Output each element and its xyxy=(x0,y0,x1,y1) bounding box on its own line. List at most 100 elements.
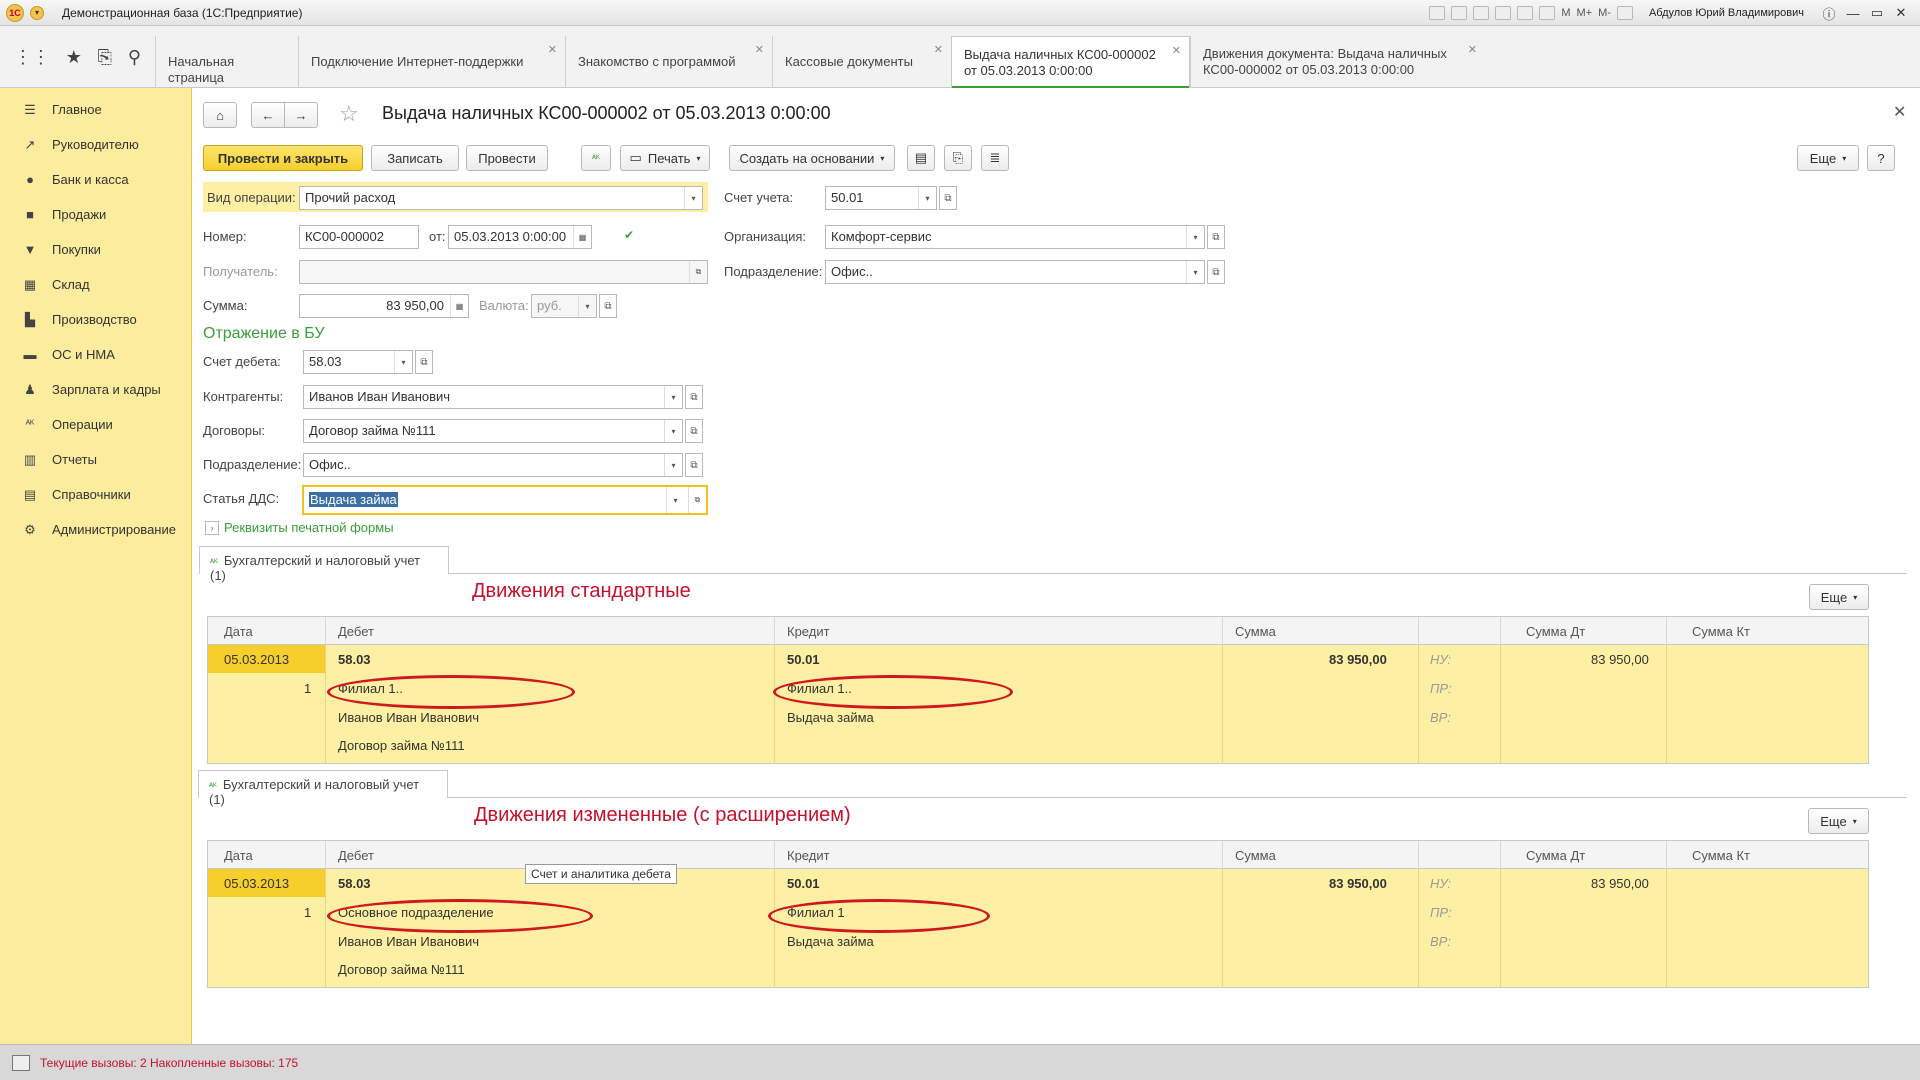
sidebar-item-warehouse[interactable]: ▦ Склад xyxy=(0,267,191,302)
sidebar-item-admin[interactable]: ⚙ Администрирование xyxy=(0,512,191,547)
more-button[interactable]: Еще ▾ xyxy=(1797,145,1859,171)
sidebar-item-assets[interactable]: ▬ ОС и НМА xyxy=(0,337,191,372)
report-button[interactable]: ▤ xyxy=(907,145,935,171)
chevron-down-icon[interactable]: ▾ xyxy=(394,351,412,373)
tab-close-icon[interactable]: ✕ xyxy=(1468,42,1477,58)
sidebar-item-manager[interactable]: ↗ Руководителю xyxy=(0,127,191,162)
col-sum-dt[interactable]: Сумма Дт xyxy=(1526,624,1585,639)
tab-doc-movements[interactable]: Движения документа: Выдача наличных КС00-… xyxy=(1190,36,1485,88)
sidebar-item-reports[interactable]: ▥ Отчеты xyxy=(0,442,191,477)
tab-intro[interactable]: Знакомство с программой ✕ xyxy=(565,36,772,88)
dds-field[interactable]: Выдача займа ▾ ⧉ xyxy=(302,485,708,515)
panels-icon[interactable] xyxy=(1616,6,1633,20)
open-icon[interactable]: ⧉ xyxy=(689,261,707,283)
sidebar-item-main[interactable]: ☰ Главное xyxy=(0,92,191,127)
col-sum-kt[interactable]: Сумма Кт xyxy=(1692,624,1750,639)
bu-dept-open-icon[interactable]: ⧉ xyxy=(685,453,703,477)
print-props-group[interactable]: Реквизиты печатной формы xyxy=(224,520,394,535)
toolbar-icon-1[interactable] xyxy=(1429,6,1446,20)
account-open-icon[interactable]: ⧉ xyxy=(939,186,957,210)
sidebar-item-operations[interactable]: ᴬᴷ Операции xyxy=(0,407,191,442)
toolbar-icon-3[interactable] xyxy=(1473,6,1490,20)
contracts-open-icon[interactable]: ⧉ xyxy=(685,419,703,443)
tab-internet-support[interactable]: Подключение Интернет-поддержки ✕ xyxy=(298,36,565,88)
current-user[interactable]: Абдулов Юрий Владимирович xyxy=(1649,7,1804,19)
toolbar-icon-2[interactable] xyxy=(1451,6,1468,20)
list-button[interactable]: ≣ xyxy=(981,145,1009,171)
memory-m-icon[interactable]: M xyxy=(1561,7,1570,19)
sidebar-item-catalogs[interactable]: ▤ Справочники xyxy=(0,477,191,512)
tab-cash-out-doc[interactable]: Выдача наличных КС00-000002 от 05.03.2013… xyxy=(951,36,1190,89)
favorites-star-icon[interactable]: ★ xyxy=(66,47,82,68)
chevron-down-icon[interactable]: ▾ xyxy=(664,454,682,476)
app-logo-icon[interactable]: 1С xyxy=(6,3,24,22)
op-type-select[interactable]: Прочий расход ▾ xyxy=(299,186,703,210)
movements-more-button[interactable]: Еще ▾ xyxy=(1808,808,1869,834)
apps-grid-icon[interactable]: ⋮⋮ xyxy=(14,47,50,68)
tab-close-icon[interactable]: ✕ xyxy=(1172,43,1181,59)
currency-field[interactable]: руб. ▾ xyxy=(531,294,597,318)
contractors-open-icon[interactable]: ⧉ xyxy=(685,385,703,409)
tab-close-icon[interactable]: ✕ xyxy=(755,42,764,58)
attach-button[interactable]: ⎘ xyxy=(944,145,972,171)
chevron-down-icon[interactable]: ▾ xyxy=(1186,226,1204,248)
check-icon[interactable]: ✔ xyxy=(624,228,634,242)
sidebar-item-production[interactable]: ▙ Производство xyxy=(0,302,191,337)
close-window-icon[interactable]: ✕ xyxy=(1892,5,1910,21)
contractors-field[interactable]: Иванов Иван Иванович ▾ xyxy=(303,385,683,409)
tab-close-icon[interactable]: ✕ xyxy=(934,42,943,58)
currency-open-icon[interactable]: ⧉ xyxy=(599,294,617,318)
date-field[interactable]: 05.03.2013 0:00:00 ▦ xyxy=(448,225,592,249)
chevron-down-icon[interactable]: ▾ xyxy=(918,187,936,209)
search-icon[interactable]: ⚲ xyxy=(128,47,141,68)
open-icon[interactable]: ⧉ xyxy=(688,487,706,513)
org-field[interactable]: Комфорт-сервис ▾ xyxy=(825,225,1205,249)
number-field[interactable]: КС00-000002 xyxy=(299,225,419,249)
tab-home[interactable]: Начальная страница xyxy=(155,36,298,88)
sidebar-item-salary[interactable]: ♟ Зарплата и кадры xyxy=(0,372,191,407)
print-button[interactable]: ▭ Печать ▾ xyxy=(620,145,710,171)
col-sum[interactable]: Сумма xyxy=(1235,848,1276,863)
chevron-down-icon[interactable]: ▾ xyxy=(578,295,596,317)
help-button[interactable]: ? xyxy=(1867,145,1895,171)
chevron-down-icon[interactable]: ▾ xyxy=(666,487,684,513)
account-field[interactable]: 50.01 ▾ xyxy=(825,186,937,210)
close-form-icon[interactable]: ✕ xyxy=(1893,102,1906,122)
memory-mplus-icon[interactable]: M+ xyxy=(1577,7,1593,19)
tab-cash-docs[interactable]: Кассовые документы ✕ xyxy=(772,36,951,88)
save-button[interactable]: Записать xyxy=(371,145,459,171)
sum-field[interactable]: 83 950,00 ▦ xyxy=(299,294,469,318)
calendar-icon[interactable] xyxy=(1539,6,1556,20)
col-debit[interactable]: Дебет xyxy=(338,624,374,639)
toolbar-icon-5[interactable] xyxy=(1517,6,1534,20)
sidebar-item-sales[interactable]: ■ Продажи xyxy=(0,197,191,232)
debit-open-icon[interactable]: ⧉ xyxy=(415,350,433,374)
col-sum[interactable]: Сумма xyxy=(1235,624,1276,639)
chevron-down-icon[interactable]: ▾ xyxy=(664,386,682,408)
movements-tab-standard[interactable]: ᴬᴷ Бухгалтерский и налоговый учет (1) xyxy=(199,546,449,583)
sidebar-item-bank[interactable]: ● Банк и касса xyxy=(0,162,191,197)
post-and-close-button[interactable]: Провести и закрыть xyxy=(203,145,363,171)
main-menu-icon[interactable]: ▾ xyxy=(30,5,44,20)
dept-open-icon[interactable]: ⧉ xyxy=(1207,260,1225,284)
sidebar-item-purchases[interactable]: ▼ Покупки xyxy=(0,232,191,267)
favorite-star-icon[interactable]: ☆ xyxy=(339,101,359,127)
calculator-icon[interactable]: ▦ xyxy=(450,295,468,317)
info-icon[interactable]: ⓘ xyxy=(1820,4,1838,23)
col-credit[interactable]: Кредит xyxy=(787,624,830,639)
create-based-on-button[interactable]: Создать на основании ▾ xyxy=(729,145,895,171)
contracts-field[interactable]: Договор займа №111 ▾ xyxy=(303,419,683,443)
dept-field[interactable]: Офис.. ▾ xyxy=(825,260,1205,284)
col-sum-kt[interactable]: Сумма Кт xyxy=(1692,848,1750,863)
col-debit[interactable]: Дебет xyxy=(338,848,374,863)
tab-close-icon[interactable]: ✕ xyxy=(548,42,557,58)
movements-tab-extended[interactable]: ᴬᴷ Бухгалтерский и налоговый учет (1) xyxy=(198,770,448,807)
home-button[interactable]: ⌂ xyxy=(203,102,237,128)
memory-mminus-icon[interactable]: M- xyxy=(1598,7,1611,19)
history-icon[interactable]: ⎘ xyxy=(98,47,112,68)
dt-kt-button[interactable]: ᴬᴷ xyxy=(581,145,611,171)
bu-dept-field[interactable]: Офис.. ▾ xyxy=(303,453,683,477)
back-button[interactable]: ← xyxy=(251,102,285,128)
org-open-icon[interactable]: ⧉ xyxy=(1207,225,1225,249)
forward-button[interactable]: → xyxy=(284,102,318,128)
